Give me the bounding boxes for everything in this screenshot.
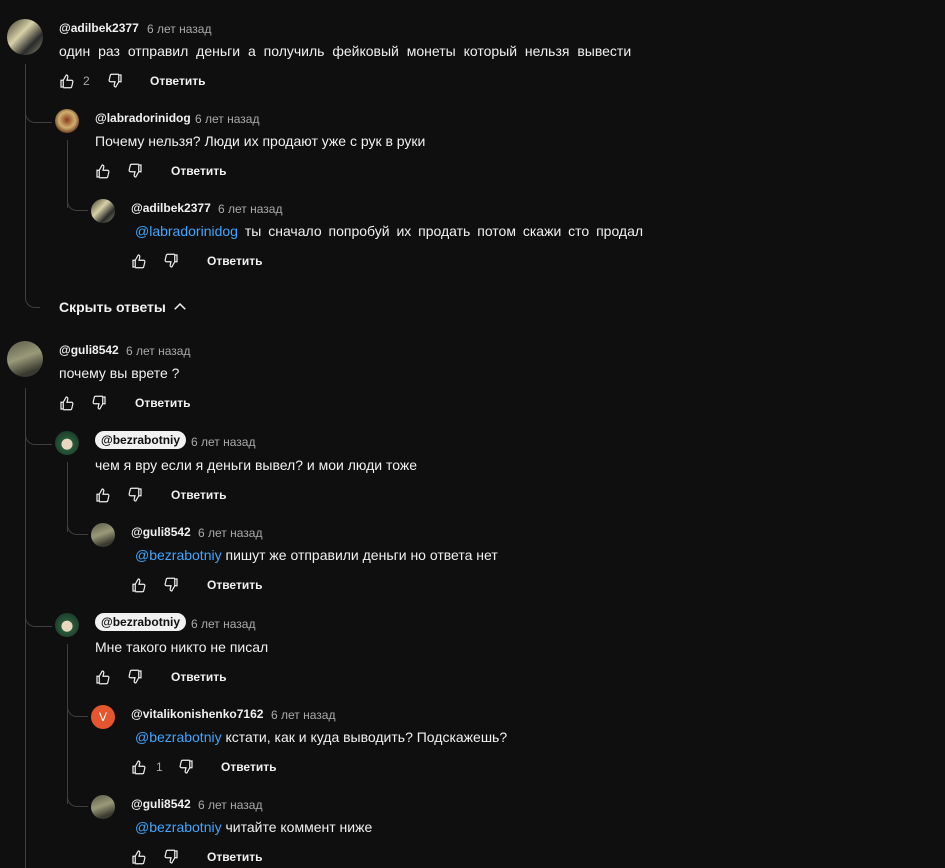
like-count: 2 (83, 74, 90, 88)
comment-time[interactable]: 6 лет назад (126, 344, 190, 358)
comment-text: один раз отправил деньги а получиль фейк… (59, 43, 632, 59)
dislike-icon[interactable] (126, 162, 144, 180)
reply-button[interactable]: Ответить (171, 164, 226, 178)
like-icon[interactable] (58, 394, 76, 412)
comment-time[interactable]: 6 лет назад (147, 22, 211, 36)
channel-owner-badge[interactable]: @bezrabotniy (95, 613, 187, 631)
reply-button[interactable]: Ответить (135, 396, 190, 410)
comment-body: ты сначало попробуй их продать потом ска… (244, 223, 644, 239)
reply-button[interactable]: Ответить (207, 850, 262, 864)
comment-author[interactable]: @labradorinidog (95, 111, 191, 125)
thread-curve (67, 698, 88, 717)
reply-button[interactable]: Ответить (207, 578, 262, 592)
avatar[interactable] (91, 795, 115, 819)
thread-curve (67, 516, 88, 535)
avatar[interactable]: V (91, 705, 115, 729)
dislike-icon[interactable] (126, 486, 144, 504)
dislike-icon[interactable] (162, 848, 180, 866)
dislike-icon[interactable] (106, 72, 124, 90)
mention-link[interactable]: @bezrabotniy (135, 729, 222, 745)
like-icon[interactable] (94, 668, 112, 686)
comment-author[interactable]: @guli8542 (131, 797, 191, 811)
dislike-icon[interactable] (177, 758, 195, 776)
thread-curve (25, 290, 40, 308)
thread-line (25, 388, 26, 868)
like-count: 1 (156, 760, 163, 774)
reply-button[interactable]: Ответить (171, 488, 226, 502)
comment-author[interactable]: @adilbek2377 (131, 201, 211, 215)
comment-time[interactable]: 6 лет назад (195, 112, 259, 126)
avatar[interactable] (55, 109, 79, 133)
avatar-letter: V (98, 710, 107, 724)
like-icon[interactable] (94, 162, 112, 180)
thread-curve (25, 424, 52, 445)
thread-curve (67, 788, 88, 807)
like-icon[interactable] (130, 758, 148, 776)
thread-line (25, 64, 26, 292)
thread-curve (25, 100, 52, 123)
comment-author[interactable]: @adilbek2377 (59, 21, 139, 35)
comment-text: @bezrabotniy пишут же отправили деньги н… (135, 547, 498, 563)
comment-text: @bezrabotniy читайте коммент ниже (135, 819, 372, 835)
like-icon[interactable] (58, 72, 76, 90)
like-icon[interactable] (130, 848, 148, 866)
avatar[interactable] (7, 19, 43, 55)
dislike-icon[interactable] (126, 668, 144, 686)
reply-button[interactable]: Ответить (171, 670, 226, 684)
comment-time[interactable]: 6 лет назад (198, 798, 262, 812)
comment-body: читайте коммент ниже (225, 819, 373, 835)
comment-time[interactable]: 6 лет назад (218, 202, 282, 216)
comment-body: пишут же отправили деньги но ответа нет (225, 547, 498, 563)
comment-text: почему вы врете ? (59, 365, 180, 381)
comment-text: Мне такого никто не писал (95, 639, 269, 655)
channel-owner-badge[interactable]: @bezrabotniy (95, 431, 187, 449)
comment-time[interactable]: 6 лет назад (198, 526, 262, 540)
comment-author[interactable]: @guli8542 (59, 343, 119, 357)
reply-button[interactable]: Ответить (207, 254, 262, 268)
like-icon[interactable] (94, 486, 112, 504)
reply-button[interactable]: Ответить (221, 760, 276, 774)
comment-body: кстати, как и куда выводить? Подскажешь? (225, 729, 508, 745)
avatar[interactable] (55, 613, 79, 637)
hide-replies-button[interactable]: Скрыть ответы (59, 299, 166, 315)
dislike-icon[interactable] (162, 576, 180, 594)
chevron-up-icon[interactable] (171, 298, 189, 316)
avatar[interactable] (7, 341, 43, 377)
mention-link[interactable]: @bezrabotniy (135, 819, 222, 835)
comment-time[interactable]: 6 лет назад (191, 435, 255, 449)
thread-curve (25, 606, 52, 627)
comment-author[interactable]: @guli8542 (131, 525, 191, 539)
comment-text: @labradorinidog ты сначало попробуй их п… (135, 223, 643, 239)
avatar[interactable] (55, 431, 79, 455)
comment-author[interactable]: @vitalikonishenko7162 (131, 707, 263, 721)
thread-line (67, 644, 68, 804)
dislike-icon[interactable] (162, 252, 180, 270)
mention-link[interactable]: @bezrabotniy (135, 547, 222, 563)
mention-link[interactable]: @labradorinidog (135, 223, 238, 239)
thread-curve (67, 192, 88, 211)
comment-time[interactable]: 6 лет назад (271, 708, 335, 722)
dislike-icon[interactable] (90, 394, 108, 412)
avatar[interactable] (91, 199, 115, 223)
avatar[interactable] (91, 523, 115, 547)
reply-button[interactable]: Ответить (150, 74, 205, 88)
comment-time[interactable]: 6 лет назад (191, 617, 255, 631)
like-icon[interactable] (130, 252, 148, 270)
comment-text: Почему нельзя? Люди их продают уже с рук… (95, 133, 426, 149)
like-icon[interactable] (130, 576, 148, 594)
comment-text: чем я вру если я деньги вывел? и мои люд… (95, 457, 418, 473)
comment-text: @bezrabotniy кстати, как и куда выводить… (135, 729, 507, 745)
